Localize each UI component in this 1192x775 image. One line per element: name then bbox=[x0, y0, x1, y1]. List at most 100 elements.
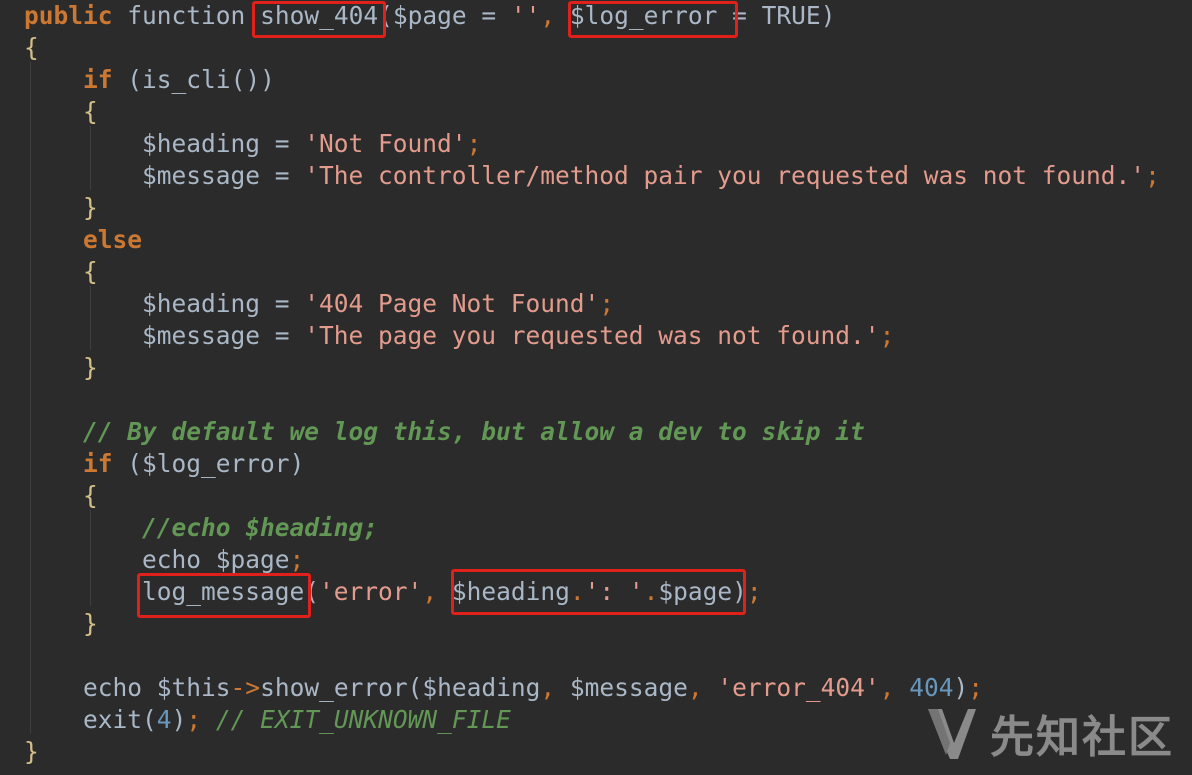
code-editor[interactable]: public function show_404($page = '', $lo… bbox=[0, 0, 1192, 775]
code-line: } bbox=[24, 192, 98, 224]
code-token: , bbox=[687, 673, 718, 702]
code-token: ; bbox=[879, 321, 895, 350]
code-token: -> bbox=[230, 673, 261, 702]
code-line: { bbox=[24, 256, 98, 288]
code-line: $message = 'The controller/method pair y… bbox=[24, 160, 1160, 192]
code-token: exit bbox=[83, 705, 143, 734]
highlight-show-404 bbox=[252, 1, 386, 38]
code-line: else bbox=[24, 224, 142, 256]
code-token: $page bbox=[392, 1, 467, 30]
code-token: $message bbox=[142, 321, 261, 350]
code-token: is_cli bbox=[142, 65, 231, 94]
code-token: = bbox=[260, 289, 305, 318]
highlight-log-error-param bbox=[568, 1, 738, 38]
code-line: $heading = '404 Page Not Found'; bbox=[24, 288, 614, 320]
code-token: ) bbox=[953, 673, 969, 702]
code-token: show_error bbox=[260, 673, 408, 702]
code-token: = bbox=[466, 1, 511, 30]
code-token: 'error_404' bbox=[717, 673, 880, 702]
code-token: //echo $heading; bbox=[142, 513, 379, 542]
code-token: if bbox=[83, 65, 113, 94]
code-token: // By default we log this, but allow a d… bbox=[83, 417, 865, 446]
code-token: = bbox=[260, 161, 305, 190]
code-token: 404 bbox=[909, 673, 954, 702]
code-token: ( bbox=[407, 673, 423, 702]
code-token: } bbox=[83, 609, 98, 638]
code-line: $message = 'The page you requested was n… bbox=[24, 320, 894, 352]
code-token: 'The page you requested was not found.' bbox=[304, 321, 880, 350]
code-token: { bbox=[83, 97, 98, 126]
code-line: echo $this->show_error($heading, $messag… bbox=[24, 672, 983, 704]
code-line: if ($log_error) bbox=[24, 448, 304, 480]
code-token: public bbox=[24, 1, 113, 30]
code-token: 'The controller/method pair you requeste… bbox=[304, 161, 1146, 190]
code-token: ( bbox=[112, 449, 143, 478]
code-token: function bbox=[127, 1, 246, 30]
code-token: $heading bbox=[422, 673, 541, 702]
code-token: ) bbox=[820, 1, 836, 30]
code-token: ; bbox=[186, 705, 216, 734]
highlight-log-message bbox=[137, 573, 311, 618]
code-line: //echo $heading; bbox=[24, 512, 378, 544]
code-line: echo $page; bbox=[24, 544, 304, 576]
code-token: = bbox=[260, 321, 305, 350]
xianzhi-logo-icon bbox=[928, 709, 976, 759]
code-token: } bbox=[24, 737, 39, 766]
code-line: { bbox=[24, 96, 98, 128]
code-token: $this bbox=[142, 673, 231, 702]
code-token: $heading bbox=[142, 129, 261, 158]
code-token: , bbox=[540, 1, 570, 30]
code-token: $heading bbox=[142, 289, 261, 318]
code-token: ( bbox=[112, 65, 143, 94]
code-token: $log_error bbox=[142, 449, 290, 478]
code-token: 'error' bbox=[319, 577, 423, 606]
code-line: // By default we log this, but allow a d… bbox=[24, 416, 865, 448]
highlight-heading-page-concat bbox=[451, 569, 746, 615]
code-token: ; bbox=[746, 577, 762, 606]
code-line: } bbox=[24, 608, 98, 640]
code-token: 'Not Found' bbox=[304, 129, 467, 158]
code-token: else bbox=[83, 225, 143, 254]
code-token: $message bbox=[569, 673, 688, 702]
watermark: 先知社区 bbox=[924, 703, 1174, 763]
code-token: ; bbox=[968, 673, 983, 702]
code-line: } bbox=[24, 352, 98, 384]
code-line: $heading = 'Not Found'; bbox=[24, 128, 481, 160]
code-token: { bbox=[83, 481, 98, 510]
code-token: 4 bbox=[156, 705, 172, 734]
code-line: { bbox=[24, 480, 98, 512]
code-token: '' bbox=[510, 1, 541, 30]
code-line: if (is_cli()) bbox=[24, 64, 275, 96]
code-token: echo bbox=[83, 673, 143, 702]
code-token: } bbox=[83, 353, 98, 382]
code-token: ()) bbox=[230, 65, 275, 94]
code-token: ) bbox=[289, 449, 305, 478]
code-token: { bbox=[83, 257, 98, 286]
code-token: ; bbox=[1145, 161, 1160, 190]
code-token: ; bbox=[466, 129, 482, 158]
code-token: '404 Page Not Found' bbox=[304, 289, 600, 318]
code-token: // EXIT_UNKNOWN_FILE bbox=[215, 705, 511, 734]
code-token: ; bbox=[289, 545, 305, 574]
code-token: echo bbox=[142, 545, 202, 574]
code-token: } bbox=[83, 193, 98, 222]
code-line: exit(4); // EXIT_UNKNOWN_FILE bbox=[24, 704, 511, 736]
code-line: { bbox=[24, 32, 39, 64]
code-token: ; bbox=[599, 289, 615, 318]
